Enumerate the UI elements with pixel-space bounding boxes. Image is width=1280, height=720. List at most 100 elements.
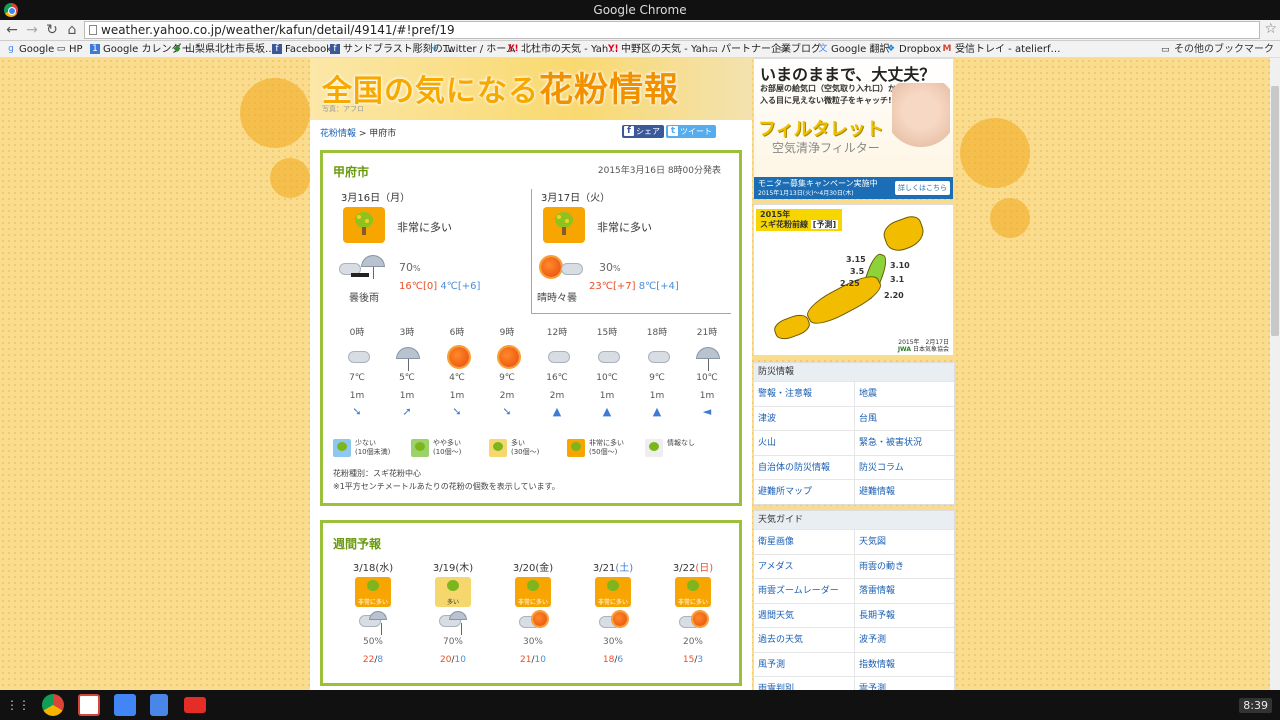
- forward-icon[interactable]: →: [24, 22, 40, 38]
- contour-label: 3.1: [890, 275, 905, 284]
- other-bookmarks[interactable]: ▭ その他のブックマーク: [1161, 43, 1274, 56]
- pollen-level-swatch-icon: [333, 439, 351, 457]
- ad-details-button[interactable]: 詳しくはこちら: [895, 181, 950, 195]
- weekly-date: 3/22(日): [672, 563, 714, 574]
- weekly-precip: 70%: [442, 637, 463, 647]
- bookmark-item[interactable]: ✈ Twitter / ホーム: [430, 43, 516, 56]
- tweet-button[interactable]: t ツイート: [666, 125, 716, 138]
- nav-link[interactable]: 過去の天気: [754, 628, 854, 652]
- browser-toolbar: ← → ↻ ⌂ weather.yahoo.co.jp/weather/kafu…: [0, 20, 1280, 41]
- docs-app-icon[interactable]: [150, 694, 168, 716]
- youtube-app-icon[interactable]: [184, 697, 206, 713]
- cloud-icon: [596, 345, 622, 369]
- nav-link[interactable]: 長期予報: [854, 603, 954, 628]
- guide-heading: 天気ガイド: [754, 511, 954, 529]
- nav-link[interactable]: 避難情報: [854, 480, 954, 504]
- hour-label: 15時: [596, 328, 618, 338]
- hour-wind: 1m: [599, 391, 615, 401]
- nav-link[interactable]: 風予測: [754, 653, 854, 677]
- nav-link[interactable]: 地震: [854, 382, 954, 406]
- bookmark-item[interactable]: Y! 北杜市の天気 - Yah…: [508, 43, 618, 56]
- day-divider: [531, 313, 731, 314]
- hour-label: 18時: [646, 328, 668, 338]
- bookmark-item[interactable]: g Google: [6, 43, 54, 56]
- bookmark-item[interactable]: ▭ ブログ: [778, 43, 821, 56]
- nav-link[interactable]: 落雷情報: [854, 579, 954, 603]
- legend-label: やや多い: [433, 439, 461, 447]
- link-row: 衛星画像 天気図: [754, 529, 954, 554]
- contour-label: 2.20: [884, 291, 904, 300]
- google-search-app-icon[interactable]: [114, 694, 136, 716]
- pollen-banner[interactable]: 全国の気になる花粉情報 写真：アフロ: [310, 58, 752, 120]
- nav-link[interactable]: 雨雲の動き: [854, 554, 954, 579]
- scrollbar-thumb[interactable]: [1271, 86, 1279, 336]
- bookmark-item[interactable]: ▭ HP: [56, 43, 83, 56]
- nav-link[interactable]: 波予測: [854, 628, 954, 652]
- page-scrollbar[interactable]: [1270, 58, 1280, 690]
- ad-product: 空気清浄フィルター: [772, 141, 880, 155]
- gmail-app-icon[interactable]: [78, 694, 100, 716]
- bookmark-item[interactable]: M 受信トレイ - atelierf…: [942, 43, 1061, 56]
- nav-link[interactable]: 避難所マップ: [754, 480, 854, 504]
- bookmark-item[interactable]: ◆ 山梨県北杜市長坂…: [172, 43, 275, 56]
- link-row: 風予測 指数情報: [754, 651, 954, 677]
- nav-link[interactable]: 雲予測: [854, 677, 954, 690]
- pollen-level-icon: [343, 207, 385, 243]
- nav-link[interactable]: 雨雪判別: [754, 677, 854, 690]
- day-date: 3月17日（火）: [541, 193, 611, 204]
- facebook-icon: f: [624, 126, 634, 136]
- bookmark-star-icon[interactable]: ☆: [1264, 21, 1277, 37]
- wind-direction-icon: ◄: [702, 405, 712, 418]
- nav-link[interactable]: 雨雲ズームレーダー: [754, 579, 854, 603]
- nav-link[interactable]: 津波: [754, 407, 854, 431]
- chrome-app-icon[interactable]: [42, 694, 64, 716]
- bookmark-item[interactable]: Y! 中野区の天気 - Yah…: [608, 43, 718, 56]
- pollen-type-note: 花粉種別：スギ花粉中心: [333, 469, 421, 478]
- precip-chance: 70%: [399, 261, 421, 274]
- cedar-pollen-front-map[interactable]: 2015年 スギ花粉前線 [予測] 3.15 3.10 3.5 3.1 2.25 …: [753, 204, 954, 356]
- contour-label: 3.10: [890, 261, 910, 270]
- app-launcher-icon[interactable]: ⋮⋮: [6, 697, 30, 713]
- nav-link[interactable]: 火山: [754, 431, 854, 455]
- filtrete-ad[interactable]: いまのままで、大丈夫？ お部屋の給気口（空気取り入れ口）から 入る目に見えない微粒…: [753, 58, 954, 199]
- back-icon[interactable]: ←: [4, 22, 20, 38]
- hour-label: 6時: [449, 328, 465, 338]
- weekly-day: 3/22(日) 非常に多い 20% 15/3: [653, 559, 733, 665]
- nav-link[interactable]: 防災コラム: [854, 455, 954, 480]
- nav-link[interactable]: 衛星画像: [754, 530, 854, 554]
- nav-link[interactable]: 台風: [854, 406, 954, 431]
- pollen-count-note: ※1平方センチメートルあたりの花粉の個数を表示しています。: [333, 482, 560, 491]
- address-bar[interactable]: weather.yahoo.co.jp/weather/kafun/detail…: [84, 21, 1277, 39]
- home-icon[interactable]: ⌂: [64, 22, 80, 38]
- nav-link[interactable]: 緊急・被害状況: [854, 431, 954, 455]
- day-date: 3月16日（月）: [341, 193, 411, 204]
- ad-brand: フィルタレット: [758, 119, 884, 140]
- bookmark-bar: g Google ▭ HP 1 Google カレンダー ◆ 山梨県北杜市長坂… f Fa…: [0, 41, 1280, 58]
- pollen-level-swatch-icon: [567, 439, 585, 457]
- bookmark-item[interactable]: 文 Google 翻訳: [818, 43, 889, 56]
- nav-link[interactable]: 週間天気: [754, 604, 854, 628]
- baby-image: [892, 83, 950, 163]
- bookmark-item[interactable]: f Facebook: [272, 43, 332, 56]
- reload-icon[interactable]: ↻: [44, 22, 60, 38]
- nav-link[interactable]: アメダス: [754, 555, 854, 579]
- wind-direction-icon: ▲: [652, 405, 662, 418]
- pollen-level-icon: [543, 207, 585, 243]
- weekly-temps: 18/6: [602, 655, 624, 665]
- nav-link[interactable]: 天気図: [854, 530, 954, 554]
- breadcrumb: 花粉情報 > 甲府市: [320, 129, 397, 139]
- breadcrumb-link-pollen[interactable]: 花粉情報: [320, 129, 356, 139]
- bookmark-item[interactable]: ❖ Dropbox: [886, 43, 941, 56]
- nav-link[interactable]: 自治体の防災情報: [754, 456, 854, 480]
- nav-link[interactable]: 指数情報: [854, 652, 954, 677]
- wind-direction-icon: ▲: [602, 405, 612, 418]
- decor-blob: [270, 158, 310, 198]
- hour-wind: 2m: [499, 391, 515, 401]
- day-temps: 16℃[0] 4℃[+6]: [399, 281, 481, 292]
- weekly-precip: 30%: [522, 637, 543, 647]
- facebook-share-button[interactable]: f シェア: [622, 125, 664, 138]
- legend-range: (50個〜): [589, 448, 618, 456]
- nav-link[interactable]: 警報・注意報: [754, 382, 854, 406]
- weekly-day: 3/19(木) 多い 70% 20/10: [413, 559, 493, 665]
- map-footer: 2015年 2月17日 JWA 日本気象協会: [897, 339, 949, 353]
